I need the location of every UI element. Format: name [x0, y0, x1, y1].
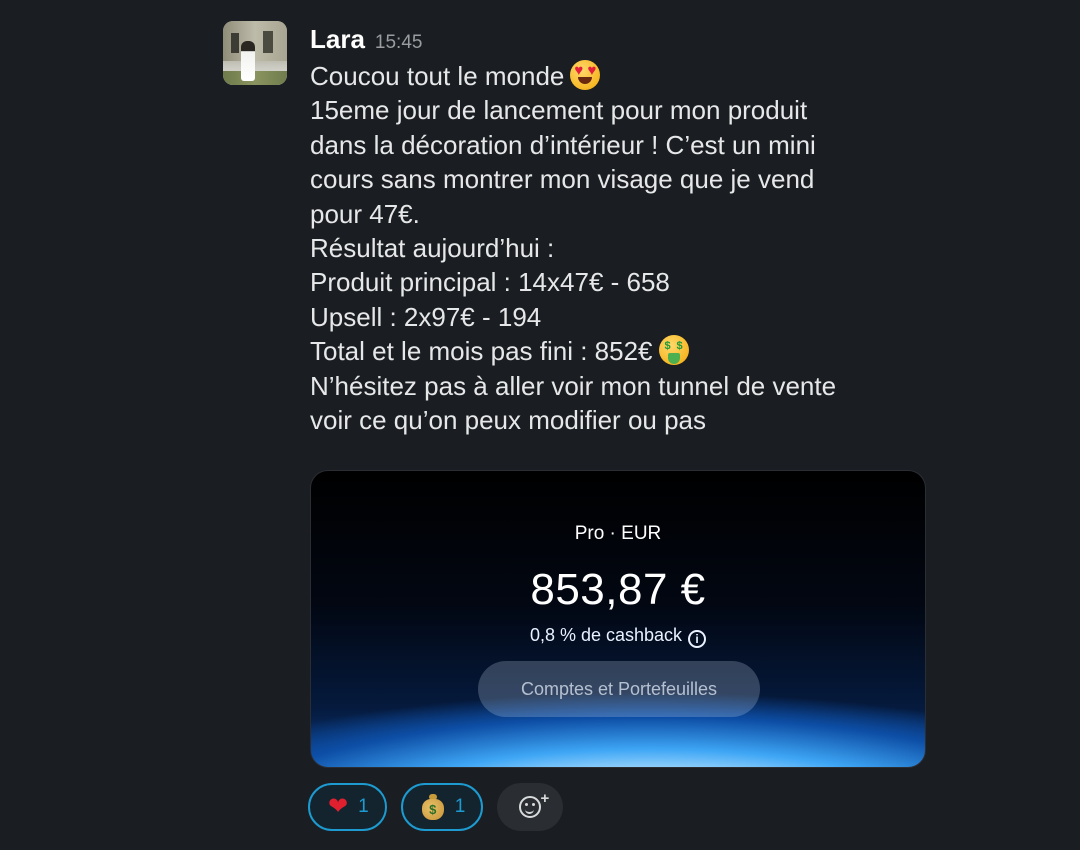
balance-amount: 853,87 € [530, 565, 706, 614]
timestamp[interactable]: 15:45 [375, 32, 423, 54]
heart-eyes-emoji-icon [570, 60, 601, 90]
heart-icon: ❤ [328, 793, 349, 820]
message-line: pour 47€. [310, 198, 420, 229]
reactions-bar: ❤ 1 $ 1 + [308, 783, 564, 831]
reaction-count: 1 [358, 796, 369, 817]
sender-name[interactable]: Lara [310, 24, 365, 55]
cashback-text: 0,8 % de cashback i [311, 625, 925, 648]
info-icon: i [688, 630, 707, 648]
reaction-heart[interactable]: ❤ 1 [308, 783, 387, 831]
message-line: N’hésitez pas à aller voir mon tunnel de… [310, 370, 837, 401]
message-header: Lara 15:45 [310, 24, 422, 60]
message-line: Coucou tout le monde [310, 59, 930, 93]
reaction-count: 1 [454, 796, 466, 817]
add-emoji-icon [519, 796, 542, 818]
message-line: Produit principal : 14x47€ - 658 [310, 267, 670, 298]
message-line: dans la décoration d’intérieur ! C’est u… [310, 129, 816, 160]
message-line: voir ce qu’on peux modifier ou pas [310, 405, 707, 436]
image-attachment[interactable]: Pro · EUR 853,87 € 0,8 % de cashback i Co… [310, 470, 926, 768]
message-line: Total et le mois pas fini : 852€ $ $ [310, 334, 930, 368]
message-line: 15eme jour de lancement pour mon produit [310, 95, 808, 126]
accounts-wallets-button: Comptes et Portefeuilles [478, 661, 760, 717]
reaction-money-bag[interactable]: $ 1 [400, 783, 484, 831]
message-line: cours sans montrer mon visage que je ven… [310, 164, 815, 195]
message-body: Coucou tout le monde 15eme jour de lance… [310, 59, 930, 437]
money-bag-icon: $ [421, 794, 445, 820]
money-mouth-emoji-icon: $ $ [658, 335, 689, 366]
account-subtitle: Pro · EUR [574, 523, 662, 544]
message-line: Upsell : 2x97€ - 194 [310, 301, 542, 332]
avatar[interactable] [223, 21, 287, 85]
message-line: Résultat aujourd’hui : [310, 233, 555, 264]
chat-message: Lara 15:45 Coucou tout le monde 15eme jo… [0, 0, 1080, 850]
add-reaction-button[interactable]: + [497, 783, 564, 831]
